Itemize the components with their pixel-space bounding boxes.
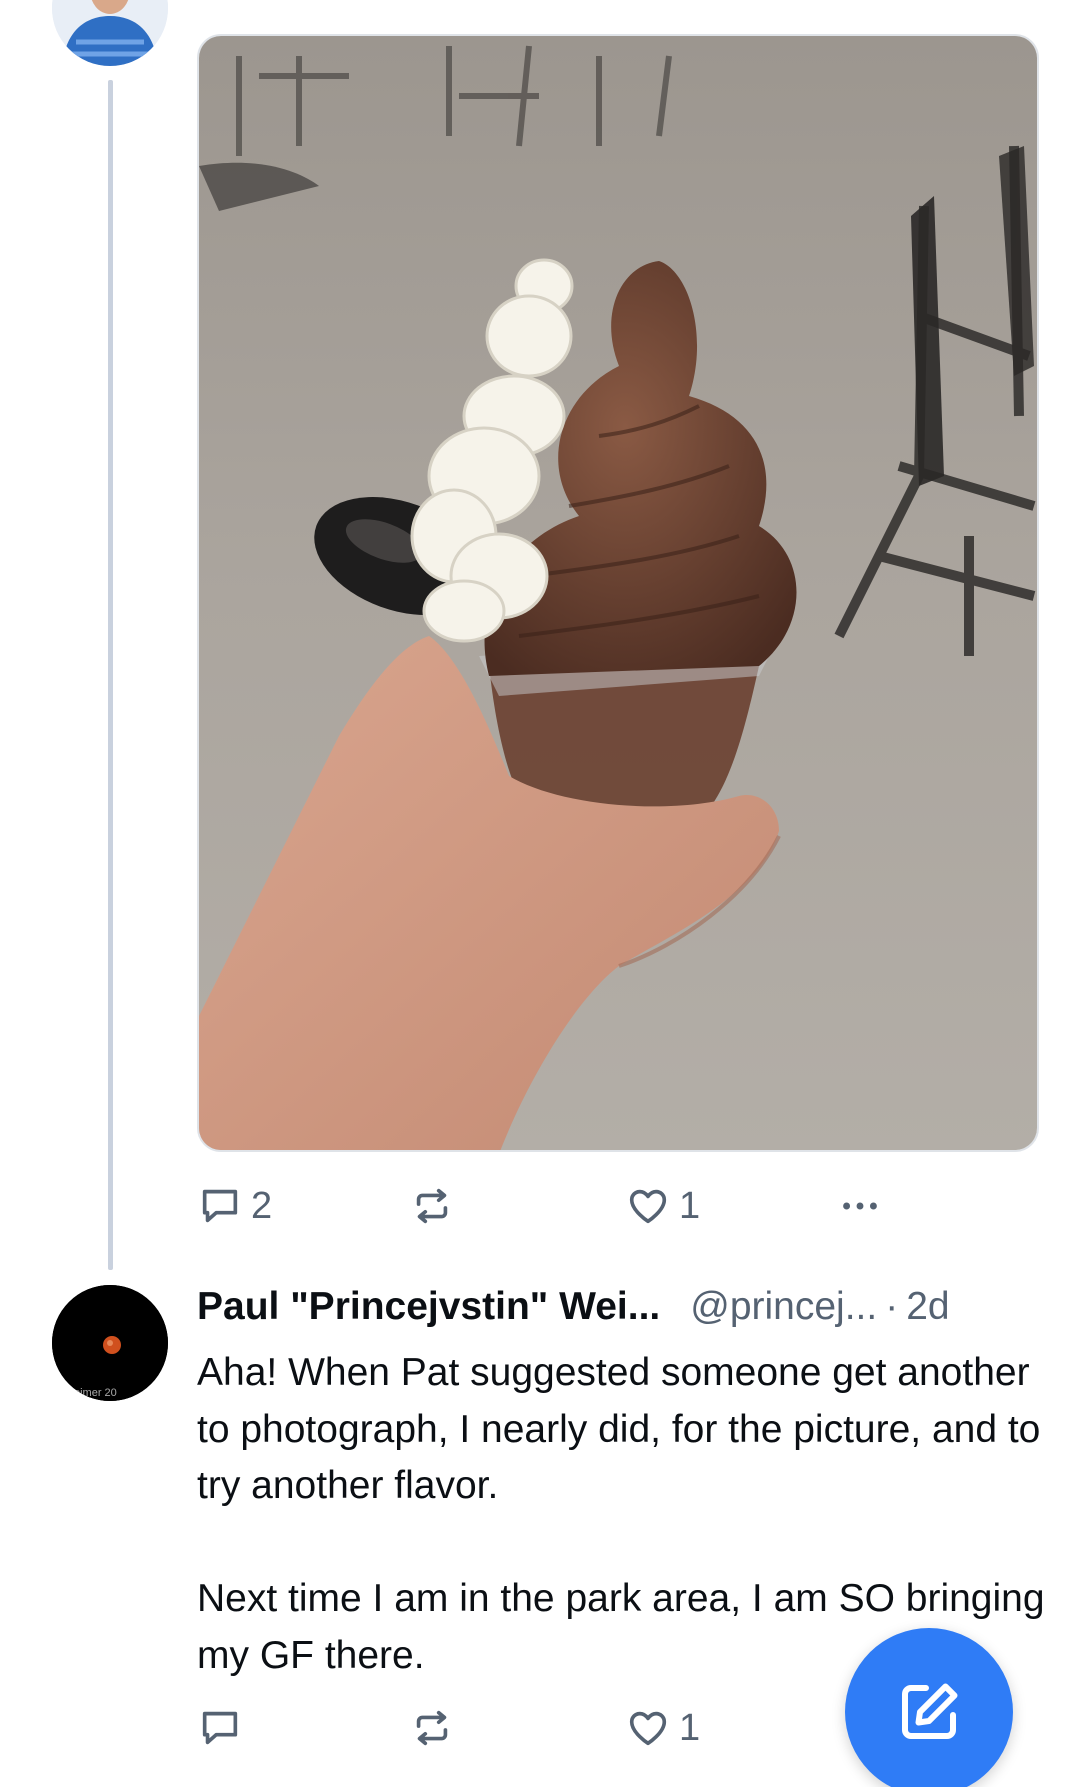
avatar-photo (52, 0, 168, 66)
post-actions: 2 1 (197, 1176, 917, 1236)
repost-icon (416, 1188, 448, 1224)
ice-cream-photo (199, 36, 1037, 1150)
like-button[interactable]: 1 (625, 1698, 700, 1758)
reply-post-actions: 1 (197, 1698, 917, 1758)
like-count: 1 (679, 1706, 701, 1749)
more-dots-icon (843, 1202, 877, 1210)
more-options-button[interactable] (837, 1176, 883, 1236)
like-button[interactable]: 1 (625, 1176, 700, 1236)
thread-view: 2 1 eimer 20 Paul "Princejvstin" Wei... … (0, 0, 1080, 1787)
eclipse-photo (52, 1285, 168, 1401)
thread-connector-line (108, 80, 113, 1270)
reply-icon (202, 1711, 238, 1745)
reply-button[interactable] (197, 1698, 243, 1758)
separator-dot: · (885, 1285, 899, 1328)
repost-icon (416, 1710, 448, 1746)
repost-button[interactable] (409, 1176, 455, 1236)
post-image[interactable] (197, 34, 1039, 1152)
reply-author-avatar[interactable]: eimer 20 (52, 1285, 168, 1401)
repost-button[interactable] (409, 1698, 455, 1758)
author-name[interactable]: Paul "Princejvstin" Wei... (197, 1282, 660, 1332)
compose-button[interactable] (845, 1628, 1013, 1787)
reply-count: 2 (251, 1184, 273, 1227)
post-paragraph: Aha! When Pat suggested someone get anot… (197, 1351, 1041, 1507)
reply-post-header: Paul "Princejvstin" Wei... @princej... ·… (197, 1282, 1047, 1332)
author-handle[interactable]: @princej... (690, 1282, 877, 1332)
reply-button[interactable]: 2 (197, 1176, 272, 1236)
post-timestamp[interactable]: 2d (906, 1282, 949, 1332)
heart-icon (629, 1711, 667, 1746)
compose-icon (902, 1683, 958, 1739)
like-count: 1 (679, 1184, 701, 1227)
heart-icon (629, 1189, 667, 1224)
author-avatar[interactable] (52, 0, 168, 66)
reply-icon (202, 1189, 238, 1223)
avatar-caption: eimer 20 (74, 1387, 117, 1399)
